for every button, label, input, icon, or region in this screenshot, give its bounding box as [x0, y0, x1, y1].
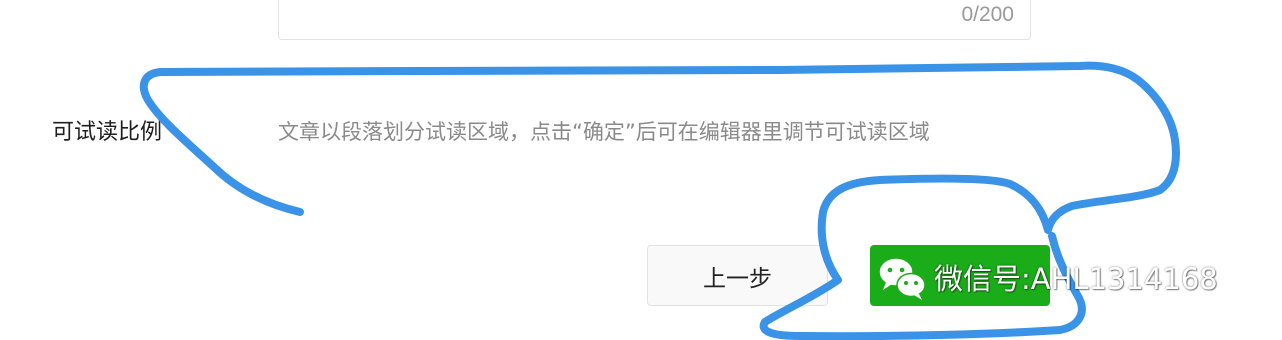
char-counter: 0/200: [961, 3, 1014, 26]
description-textarea[interactable]: 0/200: [278, 0, 1031, 40]
trial-read-hint: 文章以段落划分试读区域，点击“确定”后可在编辑器里调节可试读区域: [278, 120, 930, 144]
wechat-icon: [872, 249, 932, 305]
prev-step-button[interactable]: 上一步: [647, 245, 828, 306]
wechat-watermark: 微信号:AHL1314168: [872, 248, 1218, 306]
watermark-text: 微信号:AHL1314168: [934, 262, 1218, 296]
trial-read-label: 可试读比例: [52, 120, 163, 145]
